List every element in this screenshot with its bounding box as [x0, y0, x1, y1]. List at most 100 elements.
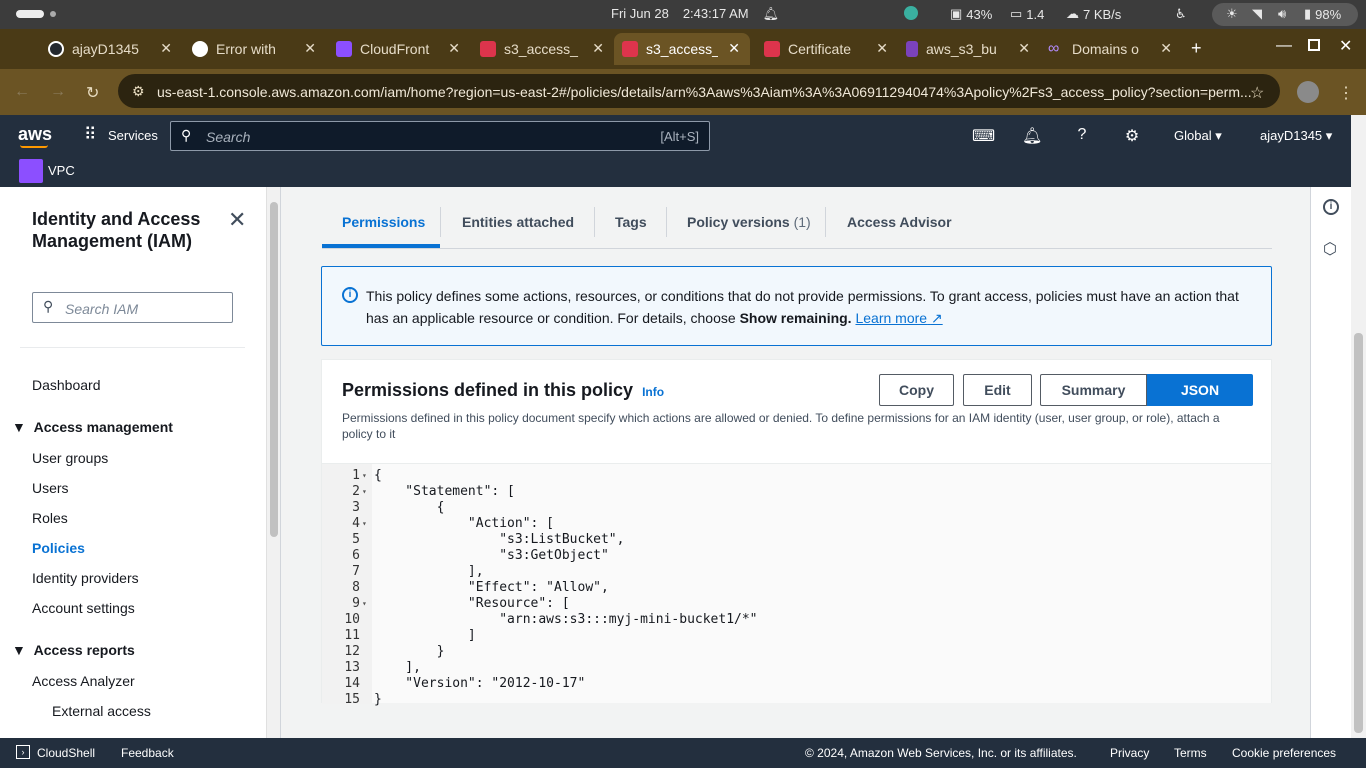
close-tab-icon[interactable]: ✕: [728, 40, 740, 57]
help-icon[interactable]: ?: [1072, 126, 1092, 146]
browser-tab[interactable]: CloudFront ✕: [328, 33, 470, 65]
settings-gear-icon[interactable]: ⚙: [1122, 126, 1142, 146]
tab-access-advisor[interactable]: Access Advisor: [847, 214, 952, 230]
back-icon[interactable]: ←: [14, 83, 30, 101]
fold-toggle-icon[interactable]: ▾: [362, 471, 367, 480]
workspace-dot[interactable]: [50, 11, 56, 17]
services-grid-icon[interactable]: ⠿: [84, 126, 96, 143]
sidebar-scrollbar[interactable]: [266, 187, 280, 738]
divider: [20, 347, 245, 348]
notifications-bell-icon[interactable]: 🔔︎: [1022, 126, 1042, 146]
page-scrollbar[interactable]: [1351, 115, 1366, 738]
edit-button[interactable]: Edit: [963, 374, 1032, 406]
sidebar-item-account-settings[interactable]: Account settings: [32, 600, 135, 616]
services-menu[interactable]: Services: [108, 128, 158, 143]
json-toggle-button[interactable]: JSON: [1147, 374, 1253, 406]
search-iam-input[interactable]: ⚲ Search IAM: [32, 292, 233, 323]
line-number: 13: [344, 660, 360, 675]
close-icon[interactable]: ✕: [228, 207, 246, 233]
code-line: ],: [374, 660, 421, 675]
info-panel-icon[interactable]: i: [1323, 199, 1339, 215]
network-indicator[interactable]: ☁ 7 KB/s: [1066, 6, 1121, 22]
close-window-icon[interactable]: ✕: [1339, 36, 1352, 56]
scrollbar-thumb[interactable]: [270, 202, 278, 537]
hexagon-icon[interactable]: ⬡: [1323, 239, 1337, 259]
browser-tab[interactable]: Error with ✕: [184, 33, 326, 65]
code-line: {: [374, 468, 382, 483]
cpu-text: 43%: [966, 6, 993, 22]
browser-tab-active[interactable]: s3_access_ ✕: [614, 33, 750, 65]
app-indicator-icon[interactable]: [904, 6, 918, 20]
system-menu[interactable]: ☀ ◥ 🔊︎ ▮ 98%: [1212, 3, 1358, 26]
load-indicator[interactable]: ▭ 1.4: [1010, 6, 1044, 22]
minimize-icon[interactable]: —: [1276, 37, 1292, 55]
browser-tab[interactable]: aws_s3_bu ✕: [898, 33, 1040, 65]
cpu-indicator[interactable]: ▣ 43%: [950, 6, 992, 22]
github-icon: [48, 41, 64, 57]
sidebar-item-user-groups[interactable]: User groups: [32, 450, 108, 466]
aws-logo[interactable]: aws: [18, 124, 52, 145]
tab-entities-attached[interactable]: Entities attached: [462, 214, 574, 230]
url-field[interactable]: ⚙ us-east-1.console.aws.amazon.com/iam/h…: [118, 74, 1280, 108]
browser-tab[interactable]: Certificate ✕: [756, 33, 898, 65]
close-tab-icon[interactable]: ✕: [448, 40, 460, 57]
cloudshell-link[interactable]: CloudShell: [37, 746, 95, 760]
clock[interactable]: Fri Jun 28 2:43:17 AM 🔔︎: [611, 6, 779, 22]
tab-policy-versions[interactable]: Policy versions (1): [687, 214, 811, 230]
tab-permissions[interactable]: Permissions: [342, 214, 425, 230]
sidebar-item-users[interactable]: Users: [32, 480, 69, 496]
account-menu[interactable]: ajayD1345 ▾: [1260, 128, 1332, 144]
json-code-editor[interactable]: 1 ▾{2 ▾ "Statement": [3 {4 ▾ "Action": [5 "…: [322, 463, 1271, 707]
close-tab-icon[interactable]: ✕: [304, 40, 316, 57]
cloudshell-icon[interactable]: ⌨: [972, 126, 995, 146]
reload-icon[interactable]: ↻: [86, 83, 99, 103]
region-selector[interactable]: Global ▾: [1174, 128, 1222, 144]
cookie-preferences-link[interactable]: Cookie preferences: [1232, 746, 1336, 760]
close-tab-icon[interactable]: ✕: [592, 40, 604, 57]
site-info-icon[interactable]: ⚙: [132, 83, 145, 100]
sidebar-item-identity-providers[interactable]: Identity providers: [32, 570, 139, 586]
summary-toggle-button[interactable]: Summary: [1040, 374, 1147, 406]
tab-tags[interactable]: Tags: [615, 214, 647, 230]
scrollbar-thumb[interactable]: [1354, 333, 1363, 733]
privacy-link[interactable]: Privacy: [1110, 746, 1149, 760]
browser-menu-icon[interactable]: ⋮: [1338, 83, 1354, 103]
close-tab-icon[interactable]: ✕: [1018, 40, 1030, 57]
browser-tab[interactable]: ∞ Domains o ✕: [1040, 33, 1182, 65]
sidebar-item-dashboard[interactable]: Dashboard: [32, 377, 101, 393]
fold-toggle-icon[interactable]: ▾: [362, 599, 367, 608]
cpu-icon: ▣: [950, 6, 963, 21]
code-line: "Effect": "Allow",: [374, 580, 609, 595]
copy-button[interactable]: Copy: [879, 374, 954, 406]
section-access-management[interactable]: ▼ Access management: [12, 419, 173, 435]
maximize-icon[interactable]: [1308, 39, 1320, 51]
forward-icon[interactable]: →: [50, 83, 66, 101]
search-icon: ⚲: [181, 127, 192, 143]
vpc-favorite[interactable]: VPC: [48, 163, 75, 178]
copyright-text: © 2024, Amazon Web Services, Inc. or its…: [805, 746, 1077, 760]
info-link[interactable]: Info: [642, 385, 664, 399]
line-number: 14: [344, 676, 360, 691]
learn-more-link[interactable]: Learn more ↗: [855, 310, 942, 326]
terms-link[interactable]: Terms: [1174, 746, 1207, 760]
section-access-reports[interactable]: ▼ Access reports: [12, 642, 135, 658]
profile-avatar[interactable]: [1297, 81, 1319, 103]
fold-toggle-icon[interactable]: ▾: [362, 519, 367, 528]
aws-search-input[interactable]: ⚲ Search [Alt+S]: [170, 121, 710, 151]
browser-tab[interactable]: ajayD1345 ✕: [40, 33, 182, 65]
new-tab-icon[interactable]: +: [1191, 38, 1202, 59]
feedback-link[interactable]: Feedback: [121, 746, 174, 760]
close-tab-icon[interactable]: ✕: [876, 40, 888, 57]
sidebar-item-access-analyzer[interactable]: Access Analyzer: [32, 673, 135, 689]
accessibility-icon[interactable]: ♿︎: [1175, 6, 1187, 22]
browser-tab[interactable]: s3_access_ ✕: [472, 33, 614, 65]
close-tab-icon[interactable]: ✕: [1160, 40, 1172, 57]
fold-toggle-icon[interactable]: ▾: [362, 487, 367, 496]
sidebar-item-roles[interactable]: Roles: [32, 510, 68, 526]
sidebar-item-policies[interactable]: Policies: [32, 540, 85, 556]
bookmark-star-icon[interactable]: ☆: [1250, 83, 1264, 103]
close-tab-icon[interactable]: ✕: [160, 40, 172, 57]
panel-description: Permissions defined in this policy docum…: [342, 411, 1220, 441]
sidebar-item-external-access[interactable]: External access: [52, 703, 151, 719]
workspace-indicator[interactable]: [16, 10, 44, 18]
